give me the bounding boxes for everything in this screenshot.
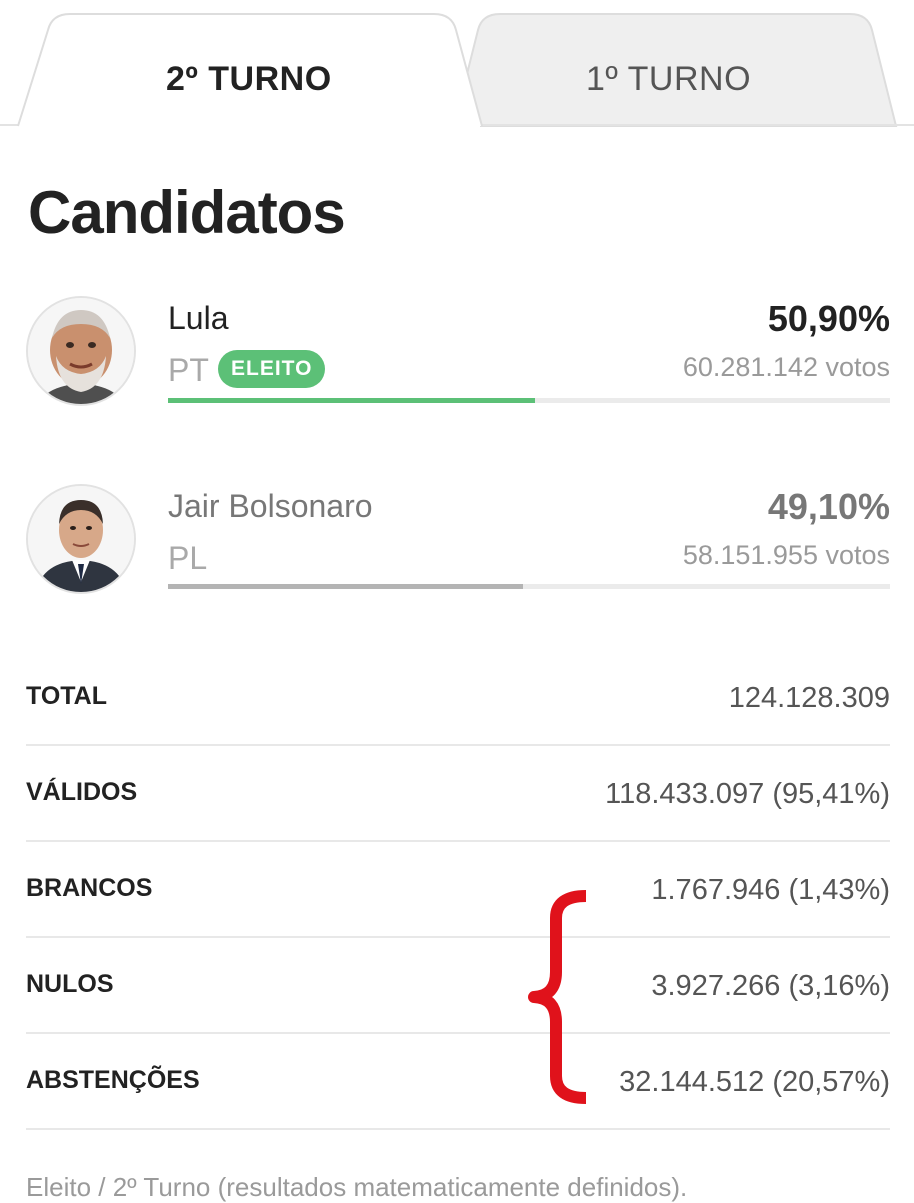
candidate-photo-lula bbox=[28, 298, 134, 404]
tab-1-turno[interactable]: 1º TURNO bbox=[450, 12, 900, 128]
candidate-card-lula[interactable]: Lula PT ELEITO 50,90% 60.281.142 votos bbox=[0, 296, 914, 446]
candidate-party: PT bbox=[168, 352, 209, 388]
vote-bar-track bbox=[168, 584, 890, 589]
candidate-percent: 50,90% bbox=[767, 298, 890, 339]
turn-tabs: 1º TURNO 2º TURNO bbox=[0, 0, 914, 128]
stat-label: BRANCOS bbox=[26, 874, 153, 902]
candidate-votes: 60.281.142 votos bbox=[682, 352, 890, 382]
row-divider bbox=[26, 1128, 890, 1130]
vote-bar-track bbox=[168, 398, 890, 403]
stat-value: 1.767.946 (1,43%) bbox=[651, 874, 890, 906]
candidate-avatar-bolsonaro bbox=[26, 484, 136, 594]
candidate-card-bolsonaro[interactable]: Jair Bolsonaro PL 49,10% 58.151.955 voto… bbox=[0, 484, 914, 634]
candidate-photo-bolsonaro bbox=[28, 486, 134, 592]
candidate-percent: 49,10% bbox=[767, 486, 890, 527]
vote-bar-fill bbox=[168, 398, 536, 403]
elected-badge: ELEITO bbox=[218, 350, 326, 388]
stat-row-validos: VÁLIDOS 118.433.097 (95,41%) bbox=[26, 746, 890, 842]
tab-1-turno-label: 1º TURNO bbox=[586, 60, 752, 98]
footnote: Eleito / 2º Turno (resultados matematica… bbox=[26, 1172, 688, 1202]
candidate-name: Lula bbox=[168, 300, 229, 336]
stat-row-nulos: NULOS 3.927.266 (3,16%) bbox=[26, 938, 890, 1034]
stat-value: 3.927.266 (3,16%) bbox=[651, 970, 890, 1002]
stat-row-total: TOTAL 124.128.309 bbox=[26, 650, 890, 746]
stat-value: 32.144.512 (20,57%) bbox=[619, 1066, 890, 1098]
candidate-name: Jair Bolsonaro bbox=[168, 488, 373, 524]
stat-label: VÁLIDOS bbox=[26, 778, 138, 806]
stat-label: ABSTENÇÕES bbox=[26, 1066, 200, 1094]
stat-label: TOTAL bbox=[26, 682, 108, 710]
tab-2-turno[interactable]: 2º TURNO bbox=[14, 12, 484, 128]
candidate-votes: 58.151.955 votos bbox=[682, 540, 890, 570]
stat-value: 118.433.097 (95,41%) bbox=[605, 778, 890, 810]
candidate-party: PL bbox=[168, 540, 208, 576]
page-title: Candidatos bbox=[28, 179, 346, 246]
red-curly-brace-icon bbox=[528, 890, 587, 1104]
tab-2-turno-label: 2º TURNO bbox=[166, 60, 332, 98]
stat-row-abstencoes: ABSTENÇÕES 32.144.512 (20,57%) bbox=[26, 1034, 890, 1130]
vote-bar-fill bbox=[168, 584, 523, 589]
stat-row-brancos: BRANCOS 1.767.946 (1,43%) bbox=[26, 842, 890, 938]
candidate-avatar-lula bbox=[26, 296, 136, 406]
stat-value: 124.128.309 bbox=[728, 682, 890, 714]
stat-label: NULOS bbox=[26, 970, 114, 998]
